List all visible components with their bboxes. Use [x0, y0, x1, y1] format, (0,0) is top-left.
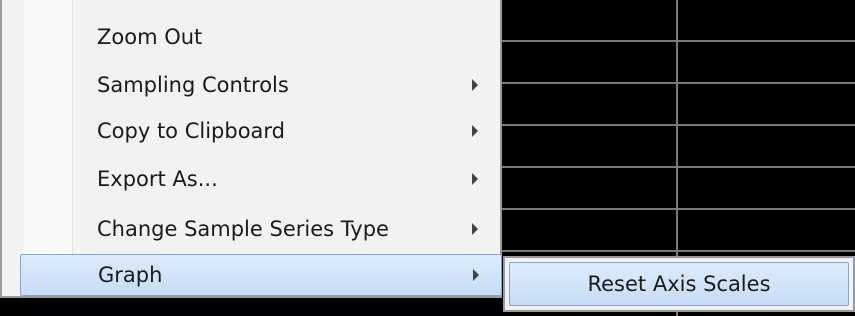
submenu-arrow-icon: [472, 125, 478, 137]
menu-item-label: Copy to Clipboard: [97, 119, 286, 143]
menu-item-label: Sampling Controls: [97, 73, 289, 97]
menu-item-zoom-out[interactable]: Zoom Out: [20, 16, 502, 58]
menu-item-graph[interactable]: Graph: [20, 254, 502, 296]
graph-submenu: Reset Axis Scales: [503, 256, 855, 312]
context-menu: Zoom Out Sampling Controls Copy to Clipb…: [0, 0, 502, 298]
menu-item-reset-axis-scales[interactable]: Reset Axis Scales: [509, 262, 849, 306]
submenu-arrow-icon: [472, 223, 478, 235]
menu-item-label: Change Sample Series Type: [97, 217, 389, 241]
menu-item-export-as[interactable]: Export As...: [20, 158, 502, 200]
menu-item-label: Graph: [98, 263, 163, 287]
submenu-arrow-icon: [472, 79, 478, 91]
menu-item-copy-to-clipboard[interactable]: Copy to Clipboard: [20, 110, 502, 152]
menu-item-sampling-controls[interactable]: Sampling Controls: [20, 64, 502, 106]
graph-window: Zoom Out Sampling Controls Copy to Clipb…: [0, 0, 855, 316]
menu-item-label: Reset Axis Scales: [587, 272, 771, 296]
menu-item-label: Export As...: [97, 167, 218, 191]
submenu-arrow-icon: [473, 269, 479, 281]
menu-item-change-sample-series-type[interactable]: Change Sample Series Type: [20, 208, 502, 250]
menu-item-label: Zoom Out: [97, 25, 203, 49]
submenu-arrow-icon: [472, 173, 478, 185]
